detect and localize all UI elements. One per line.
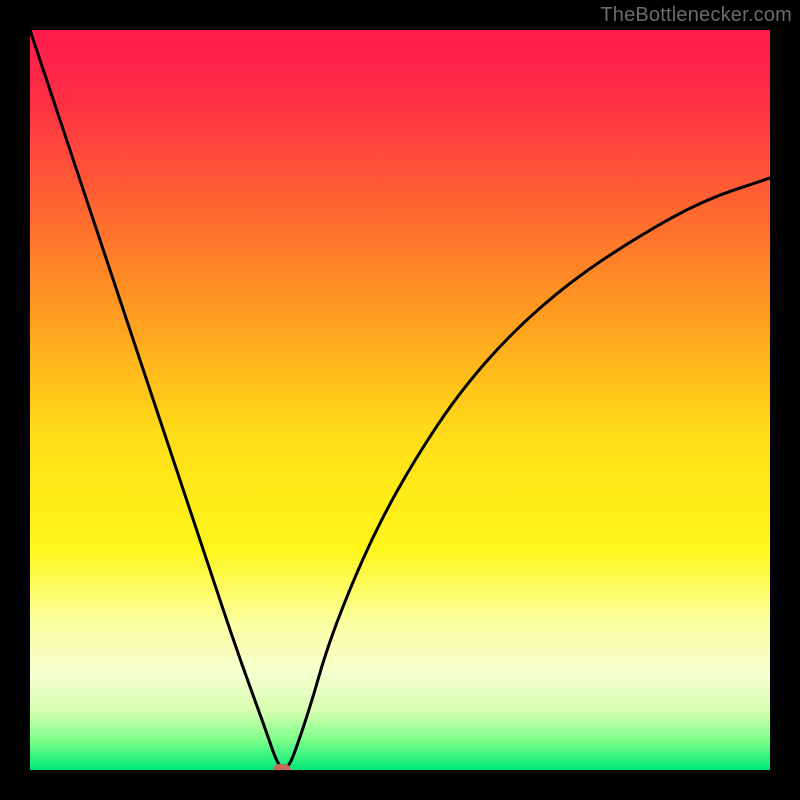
watermark-text: TheBottlenecker.com: [600, 4, 792, 27]
plot-area: [30, 30, 770, 770]
chart-frame: TheBottlenecker.com: [0, 0, 800, 800]
bottleneck-curve: [30, 30, 770, 770]
optimal-point-marker: [273, 764, 291, 770]
